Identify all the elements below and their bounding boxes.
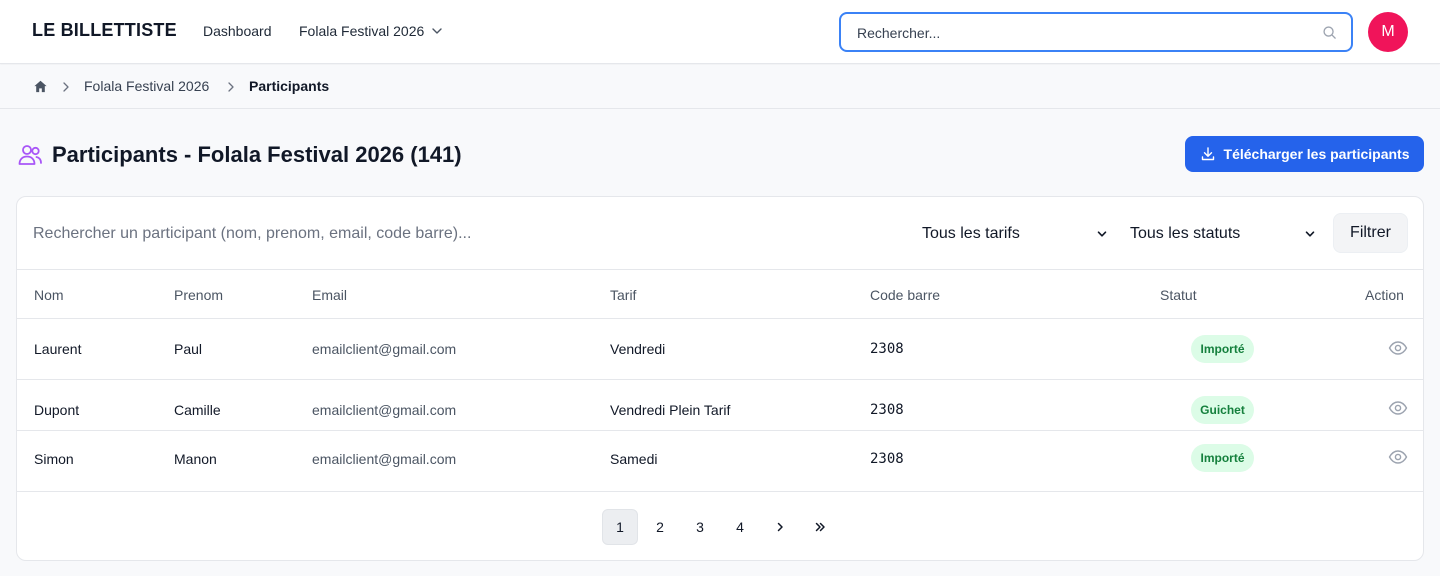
tarif-select-value: Tous les tarifs	[922, 225, 1020, 242]
nav-event-dropdown[interactable]: Folala Festival 2026	[299, 23, 444, 39]
breadcrumb: Folala Festival 2026 Participants	[0, 65, 1440, 109]
tarif-select[interactable]: Tous les tarifs	[922, 221, 1108, 247]
cell-nom: Dupont	[34, 402, 80, 418]
statut-select[interactable]: Tous les statuts	[1130, 221, 1316, 247]
header-code-barre[interactable]: Code barre	[870, 287, 940, 303]
nav-event-label: Folala Festival 2026	[299, 23, 425, 39]
header-action: Action	[1365, 287, 1404, 303]
breadcrumb-event-link[interactable]: Folala Festival 2026	[84, 78, 209, 94]
cell-prenom: Paul	[174, 341, 203, 357]
table-row[interactable]: Laurent Paul emailclient@gmail.com Vendr…	[17, 319, 1423, 380]
download-label: Télécharger les participants	[1223, 146, 1410, 162]
statut-select-value: Tous les statuts	[1130, 225, 1241, 242]
top-navbar: LE BILLETTISTE Dashboard Folala Festival…	[0, 0, 1440, 64]
global-search	[839, 12, 1353, 52]
cell-email: emailclient@gmail.com	[312, 402, 457, 418]
search-icon[interactable]	[1322, 25, 1337, 40]
nav-dashboard-link[interactable]: Dashboard	[203, 23, 272, 39]
status-badge: Importé	[1191, 335, 1254, 363]
page-button-4[interactable]: 4	[722, 509, 758, 545]
user-avatar[interactable]: M	[1368, 12, 1408, 52]
cell-tarif: Vendredi	[610, 341, 666, 357]
chevron-down-icon	[432, 28, 442, 34]
eye-icon[interactable]	[1388, 449, 1408, 465]
status-badge: Importé	[1191, 444, 1254, 472]
page-button-3[interactable]: 3	[682, 509, 718, 545]
header-statut[interactable]: Statut	[1160, 287, 1197, 303]
chevron-down-icon	[1097, 231, 1107, 237]
global-search-input[interactable]	[857, 23, 1297, 43]
download-icon	[1201, 147, 1214, 161]
next-page-button[interactable]	[762, 509, 798, 545]
cell-email: emailclient@gmail.com	[312, 341, 457, 357]
chevron-right-icon	[63, 82, 69, 92]
filter-button[interactable]: Filtrer	[1333, 213, 1408, 253]
table-header: Nom Prenom Email Tarif Code barre Statut…	[17, 270, 1423, 319]
eye-icon[interactable]	[1388, 400, 1408, 416]
cell-nom: Simon	[34, 451, 74, 467]
last-page-button[interactable]	[802, 509, 838, 545]
brand-logo[interactable]: LE BILLETTISTE	[32, 20, 177, 41]
header-tarif[interactable]: Tarif	[610, 287, 636, 303]
status-badge: Guichet	[1191, 396, 1254, 424]
cell-code-barre: 2308	[870, 341, 904, 357]
chevron-right-icon	[228, 82, 234, 92]
cell-email: emailclient@gmail.com	[312, 451, 457, 467]
cell-code-barre: 2308	[870, 451, 904, 467]
cell-tarif: Samedi	[610, 451, 658, 467]
header-prenom[interactable]: Prenom	[174, 287, 223, 303]
cell-tarif: Vendredi Plein Tarif	[610, 402, 731, 418]
eye-icon[interactable]	[1388, 340, 1408, 356]
home-icon[interactable]	[33, 79, 48, 94]
double-chevron-right-icon	[815, 522, 825, 532]
page-button-2[interactable]: 2	[642, 509, 678, 545]
breadcrumb-current: Participants	[249, 78, 330, 94]
header-nom[interactable]: Nom	[34, 287, 64, 303]
chevron-down-icon	[1305, 231, 1315, 237]
table-row[interactable]: Dupont Camille emailclient@gmail.com Ven…	[17, 380, 1423, 431]
table-row[interactable]: Simon Manon emailclient@gmail.com Samedi…	[17, 431, 1423, 492]
page-button-1[interactable]: 1	[602, 509, 638, 545]
users-icon	[18, 145, 42, 165]
filter-bar: Tous les tarifs Tous les statuts Filtrer	[17, 197, 1423, 270]
cell-code-barre: 2308	[870, 402, 904, 418]
page-title: Participants - Folala Festival 2026 (141…	[52, 142, 462, 167]
cell-prenom: Manon	[174, 451, 217, 467]
cell-prenom: Camille	[174, 402, 221, 418]
chevron-right-icon	[777, 522, 783, 532]
pagination: 1 2 3 4	[17, 492, 1423, 560]
cell-nom: Laurent	[34, 341, 82, 357]
download-participants-button[interactable]: Télécharger les participants	[1185, 136, 1424, 172]
participants-card: Tous les tarifs Tous les statuts Filtrer…	[16, 196, 1424, 561]
header-email[interactable]: Email	[312, 287, 347, 303]
participant-search-input[interactable]	[33, 223, 593, 245]
